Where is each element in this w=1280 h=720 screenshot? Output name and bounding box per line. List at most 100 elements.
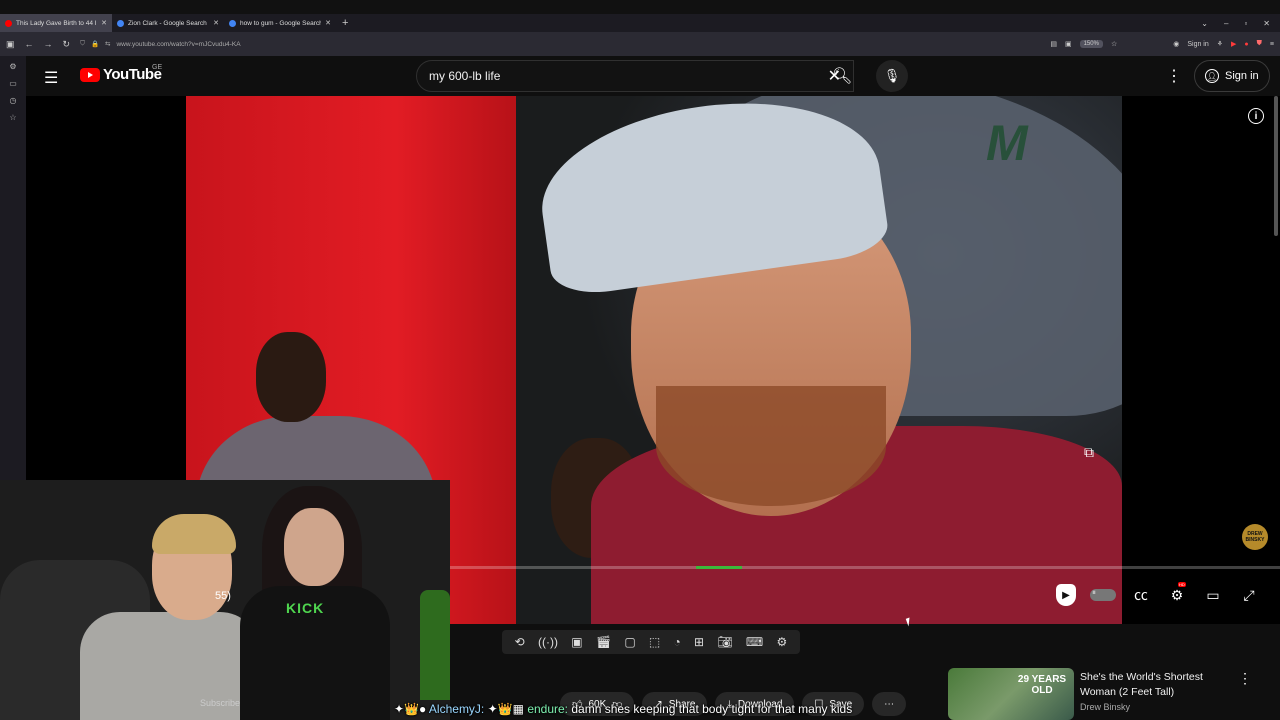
tools-settings-icon[interactable]: ⚙ <box>776 635 787 649</box>
search-input[interactable]: my 600-lb life ✕ <box>416 60 854 92</box>
browser-signin[interactable]: Sign in <box>1187 41 1208 48</box>
youtube-favicon-icon <box>5 19 12 27</box>
tab-title: This Lady Gave Birth to 44 I <box>16 19 97 27</box>
more-actions-button[interactable]: ⋯ <box>872 692 907 716</box>
voice-search-button[interactable]: 🎙︎ <box>876 60 908 92</box>
settings-icon[interactable]: ⚙ HD <box>1166 582 1188 606</box>
reader-view-icon[interactable]: ▤ <box>1050 40 1057 48</box>
chat-overlay: ✦👑● AlchemyJ: ✦👑▦ endure: damn shes keep… <box>394 702 852 716</box>
recommended-channel[interactable]: Drew Binsky <box>1080 702 1130 712</box>
youtube-header: ☰ YouTube GE my 600-lb life ✕ 🔍︎ 🎙︎ ⋮ 👤︎… <box>26 56 1280 96</box>
search-icon[interactable]: 🔍︎ <box>832 66 852 86</box>
progress-buffer <box>696 566 742 569</box>
close-tab-icon[interactable]: ✕ <box>213 19 219 27</box>
tab-zion-clark[interactable]: Zion Clark - Google Search ✕ <box>112 14 224 32</box>
back-icon[interactable]: ← <box>25 39 34 49</box>
browser-toolbar: ▣ ← → ↻ ⛉ 🔒 ⇆ www.youtube.com/watch?v=mJ… <box>0 32 1280 56</box>
tab-title: how to gum - Google Search <box>240 19 322 27</box>
clapper-icon[interactable]: 🎬︎ <box>596 635 611 649</box>
fullscreen-icon[interactable]: ⤢ <box>1238 584 1260 606</box>
minimize-icon[interactable]: – <box>1224 19 1228 28</box>
miniplayer-icon[interactable]: ⧉ <box>1084 444 1094 461</box>
shield-icon[interactable]: ⛉ <box>80 40 85 48</box>
info-icon[interactable]: i <box>1248 108 1264 124</box>
microphone-icon: 🎙︎ <box>883 68 901 83</box>
close-window-icon[interactable]: ✕ <box>1263 19 1270 28</box>
zoom-level[interactable]: 150% <box>1079 40 1103 48</box>
youtube-play-icon <box>80 67 100 82</box>
youtube-logo[interactable]: YouTube GE <box>80 64 162 83</box>
account-icon[interactable]: ◉ <box>1173 40 1179 48</box>
page-scrollbar[interactable] <box>1274 96 1278 236</box>
recommended-more-icon[interactable]: ⋮ <box>1238 670 1252 687</box>
hd-badge: HD <box>1178 582 1186 587</box>
audio-icon[interactable]: ((·)) <box>538 635 558 649</box>
badge-icon: ✦👑● <box>394 702 427 716</box>
maximize-icon[interactable]: ▫ <box>1244 19 1247 28</box>
man-beard <box>656 386 886 506</box>
channel-watermark[interactable]: DREW BINSKY <box>1242 524 1268 550</box>
search-query: my 600-lb life <box>429 69 501 83</box>
extension-red-icon[interactable]: ▶ <box>1231 40 1236 48</box>
reload-icon[interactable]: ↻ <box>63 39 71 50</box>
bookmarks-icon[interactable]: ☆ <box>9 113 16 122</box>
recommended-thumbnail[interactable]: 29 YEARS OLD <box>948 668 1074 720</box>
chat-message: damn shes keeping that body tight for th… <box>571 702 853 716</box>
badge-icon: ✦👑▦ <box>487 702 524 716</box>
list-tabs-icon[interactable]: ⌄ <box>1201 19 1208 28</box>
url-field[interactable]: ⛉ 🔒 ⇆ www.youtube.com/watch?v=mJCvudu4-K… <box>80 40 1040 48</box>
loop-icon[interactable]: ⟲ <box>515 635 525 649</box>
bookmark-star-icon[interactable]: ☆ <box>1111 40 1117 48</box>
chat-username: endure: <box>527 702 569 716</box>
theater-mode-icon[interactable]: ▭ <box>1202 584 1224 606</box>
os-top-strip <box>0 0 1280 14</box>
new-tab-button[interactable]: + <box>336 17 354 29</box>
signin-label: Sign in <box>1225 70 1259 82</box>
guide-menu-icon[interactable]: ☰ <box>44 68 58 88</box>
close-tab-icon[interactable]: ✕ <box>325 19 331 27</box>
window-controls: ⌄ – ▫ ✕ <box>1201 19 1280 28</box>
streamer-webcam: KICK 55) Subscribe <box>0 480 450 720</box>
aspect-icon[interactable]: ▢ <box>624 635 635 649</box>
streamer-man-hair <box>152 514 236 554</box>
keyboard-icon[interactable]: ⌨ <box>746 635 763 649</box>
autoplay-toggle[interactable] <box>1090 588 1116 601</box>
hamburger-menu-icon[interactable]: ≡ <box>1270 41 1274 48</box>
youtube-signin-button[interactable]: 👤︎ Sign in <box>1194 60 1270 92</box>
bottles <box>420 590 450 700</box>
extension-record-icon[interactable]: ● <box>1244 41 1248 48</box>
add-icon[interactable]: ⊞ <box>694 635 704 649</box>
extensions-icon[interactable]: ⚘ <box>1217 40 1223 48</box>
browser-tab-strip: This Lady Gave Birth to 44 I ✕ Zion Clar… <box>0 14 1280 32</box>
extension-shield-icon[interactable]: ⛊ <box>1257 40 1262 48</box>
pip-icon[interactable]: ▣ <box>1065 40 1072 48</box>
screenshot-icon[interactable]: 📷︎ <box>717 635 732 649</box>
lock-icon[interactable]: 🔒 <box>91 40 99 48</box>
child-head <box>256 332 326 422</box>
chat-username: AlchemyJ: <box>428 702 485 716</box>
frame-icon[interactable]: ⬚ <box>649 635 660 649</box>
captions-icon[interactable]: ㏄ <box>1130 584 1152 606</box>
shirt-logo: KICK <box>286 600 325 616</box>
forward-icon[interactable]: → <box>44 39 53 49</box>
subscribe-button[interactable]: Subscribe <box>200 698 240 708</box>
background-sign: M <box>986 115 1028 171</box>
history-icon[interactable]: ◷ <box>10 96 17 105</box>
synced-tabs-icon[interactable]: ▭ <box>9 79 17 88</box>
more-options-icon[interactable]: ⋮ <box>1166 66 1182 86</box>
close-tab-icon[interactable]: ✕ <box>101 19 107 27</box>
recommended-title[interactable]: She's the World's Shortest Woman (2 Feet… <box>1080 670 1230 700</box>
recommended-video[interactable]: 29 YEARS OLD She's the World's Shortest … <box>948 668 1268 720</box>
ai-chat-icon[interactable]: ⚙ <box>9 62 16 71</box>
watch-icon[interactable]: ▣ <box>571 635 582 649</box>
permissions-icon[interactable]: ⇆ <box>105 40 110 48</box>
sponsorblock-icon[interactable]: ▶ <box>1056 584 1076 606</box>
sidebar-toggle-icon[interactable]: ▣ <box>6 39 15 50</box>
tab-how-to-gum[interactable]: how to gum - Google Search ✕ <box>224 14 336 32</box>
google-favicon-icon <box>229 19 236 27</box>
video-tools-toolbar: ⟲ ((·)) ▣ 🎬︎ ▢ ⬚ ◔ ⊞ 📷︎ ⌨ ⚙ <box>502 630 800 654</box>
tab-youtube[interactable]: This Lady Gave Birth to 44 I ✕ <box>0 14 112 32</box>
thumbnail-text: 29 YEARS OLD <box>1017 674 1067 696</box>
more-horizontal-icon: ⋯ <box>884 698 895 710</box>
speed-icon[interactable]: ◔ <box>674 635 681 649</box>
